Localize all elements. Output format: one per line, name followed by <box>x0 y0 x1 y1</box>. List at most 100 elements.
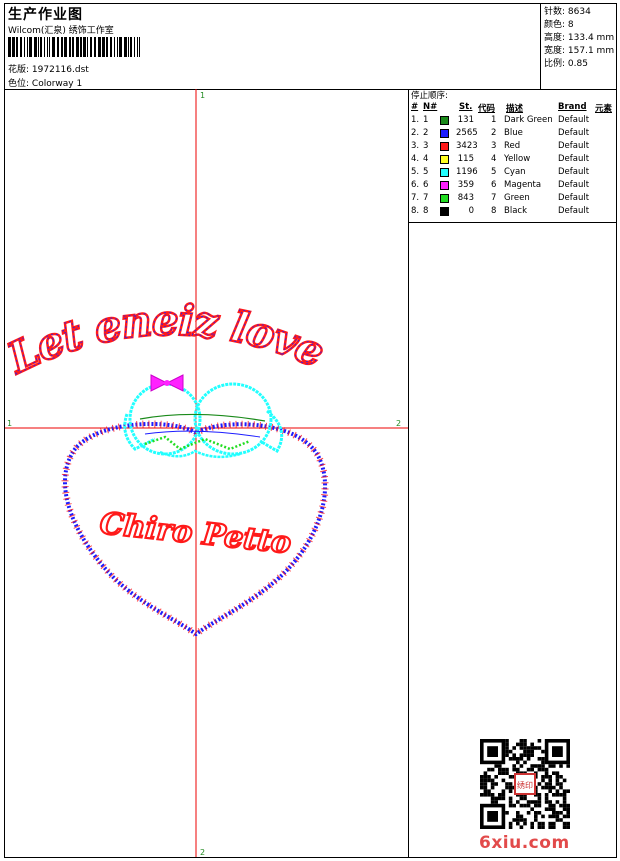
col-code: 代码 <box>478 104 496 114</box>
stat-label: 高度 <box>544 33 563 43</box>
row-num: 2. <box>411 128 420 138</box>
color-swatch <box>440 194 449 203</box>
stat-stitches: 针数: 8634 <box>544 7 591 17</box>
thread-row: 6. 6 359 6 Magenta Default <box>409 180 616 193</box>
row-code: 4 <box>491 154 497 164</box>
thread-row: 5. 5 1196 5 Cyan Default <box>409 167 616 180</box>
color-swatch <box>440 168 449 177</box>
qr-code: 绣印 <box>480 739 570 829</box>
barcode <box>8 37 140 57</box>
row-desc: Green <box>504 193 530 203</box>
row-brand: Default <box>558 115 590 125</box>
row-no: 4 <box>423 154 429 164</box>
color-swatch <box>440 207 449 216</box>
row-stitches: 843 <box>457 193 474 203</box>
row-no: 2 <box>423 128 429 138</box>
col-no: N# <box>423 102 438 112</box>
stat-height: 高度: 133.4 mm <box>544 33 615 43</box>
row-code: 2 <box>491 128 497 138</box>
thread-row: 3. 3 3423 3 Red Default <box>409 141 616 154</box>
software-label: Wilcom(汇泉) 绣饰工作室 <box>8 26 114 36</box>
row-no: 6 <box>423 180 429 190</box>
row-stitches: 131 <box>457 115 474 125</box>
row-desc: Blue <box>504 128 523 138</box>
row-code: 1 <box>491 115 497 125</box>
stop-sequence-title: 停止顺序: <box>411 91 448 101</box>
row-num: 6. <box>411 180 420 190</box>
axis-mark-right: 2 <box>396 419 401 428</box>
stat-scale: 比例: 0.85 <box>544 59 588 69</box>
design-value: 1972116.dst <box>31 65 89 75</box>
row-brand: Default <box>558 180 590 190</box>
row-desc: Dark Green <box>504 115 553 125</box>
row-stitches: 115 <box>457 154 474 164</box>
axis-mark-top: 1 <box>200 91 205 100</box>
row-stitches: 1196 <box>456 167 478 177</box>
stat-value: 8 <box>567 20 574 30</box>
axis-mark-bottom: 2 <box>200 848 205 857</box>
color-swatch <box>440 155 449 164</box>
row-brand: Default <box>558 167 590 177</box>
row-brand: Default <box>558 141 590 151</box>
thread-row: 4. 4 115 4 Yellow Default <box>409 154 616 167</box>
row-no: 8 <box>423 206 429 216</box>
thread-row: 1. 1 131 1 Dark Green Default <box>409 115 616 128</box>
row-stitches: 0 <box>468 206 474 216</box>
inner-lettering: Chiro Petto <box>98 506 293 561</box>
row-brand: Default <box>558 193 590 203</box>
stat-label: 比例 <box>544 59 563 69</box>
row-code: 8 <box>491 206 497 216</box>
color-swatch <box>440 116 449 125</box>
row-stitches: 3423 <box>456 141 478 151</box>
stat-width: 宽度: 157.1 mm <box>544 46 615 56</box>
thread-row: 7. 7 843 7 Green Default <box>409 193 616 206</box>
design-label: 花版: <box>8 65 30 75</box>
col-element: 元素 <box>595 104 613 114</box>
row-brand: Default <box>558 206 590 216</box>
color-swatch <box>440 142 449 151</box>
stat-label: 针数 <box>544 7 563 17</box>
stat-value: 157.1 mm <box>567 46 615 56</box>
row-desc: Black <box>504 206 527 216</box>
stat-label: 宽度 <box>544 46 563 56</box>
row-num: 8. <box>411 206 420 216</box>
axis-mark-left: 1 <box>7 419 12 428</box>
stats-panel: 针数: 8634 颜色: 8 高度: 133.4 mm 宽度: 157.1 mm… <box>540 4 616 89</box>
row-desc: Magenta <box>504 180 542 190</box>
arc-lettering-shadow-text: Let eneiz love <box>0 295 332 383</box>
colorway-label: 色位: <box>8 79 30 89</box>
qr-stamp-text: 绣印 <box>517 780 533 790</box>
stat-value: 133.4 mm <box>567 33 615 43</box>
stat-label: 颜色 <box>544 20 563 30</box>
row-no: 5 <box>423 167 429 177</box>
character-pair <box>123 374 284 459</box>
row-code: 5 <box>491 167 497 177</box>
stat-value: 0.85 <box>567 59 588 69</box>
row-num: 3. <box>411 141 420 151</box>
site-watermark: 6xiu.com <box>479 833 570 853</box>
header-info: 生产作业图 Wilcom(汇泉) 绣饰工作室 花版: 1972116.dst 色… <box>5 4 540 89</box>
row-stitches: 2565 <box>456 128 478 138</box>
color-swatch <box>440 129 449 138</box>
color-swatch <box>440 181 449 190</box>
row-brand: Default <box>558 128 590 138</box>
row-brand: Default <box>558 154 590 164</box>
row-code: 6 <box>491 180 497 190</box>
row-no: 3 <box>423 141 429 151</box>
thread-row: 8. 8 0 8 Black Default <box>409 206 616 219</box>
stat-colors: 颜色: 8 <box>544 20 574 30</box>
colorway-value: Colorway 1 <box>31 79 83 89</box>
design-canvas[interactable]: 1 2 1 2 Let eneiz love Let eneiz love Ch… <box>0 89 409 857</box>
row-desc: Yellow <box>504 154 531 164</box>
col-num: # <box>411 102 419 112</box>
header: 生产作业图 Wilcom(汇泉) 绣饰工作室 花版: 1972116.dst 色… <box>5 4 616 90</box>
col-desc: 描述 <box>506 104 524 114</box>
stat-value: 8634 <box>567 7 591 17</box>
thread-table-header: # N# St. 代码 描述 Brand 元素 <box>409 102 616 115</box>
col-brand: Brand <box>558 102 587 112</box>
row-code: 7 <box>491 193 497 203</box>
colorway-line: 色位: Colorway 1 <box>8 76 82 89</box>
row-desc: Red <box>504 141 521 151</box>
row-no: 7 <box>423 193 429 203</box>
row-num: 5. <box>411 167 420 177</box>
